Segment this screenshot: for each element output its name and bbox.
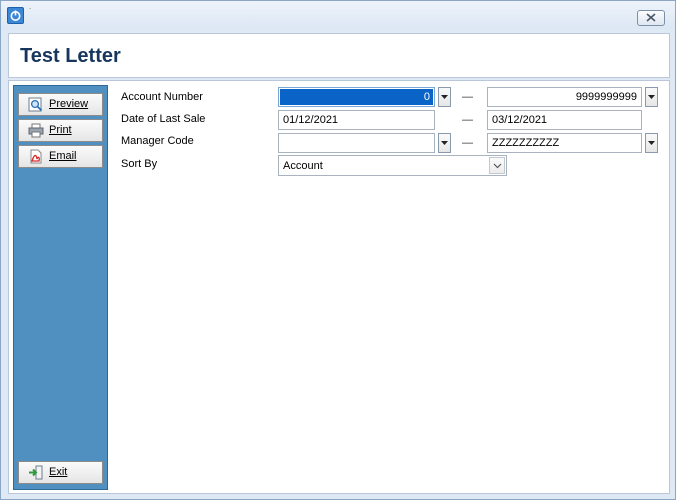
print-label: Print: [49, 124, 72, 136]
chevron-down-icon: [441, 141, 448, 145]
manager-code-from-dropdown[interactable]: [438, 133, 451, 153]
close-button[interactable]: [637, 10, 665, 26]
range-separator: —: [462, 91, 473, 103]
window-title: ˙: [29, 7, 32, 17]
print-button[interactable]: Print: [18, 119, 103, 142]
printer-icon: [28, 123, 44, 138]
preview-label: Preview: [49, 98, 89, 110]
sort-by-select[interactable]: Account: [278, 155, 507, 176]
app-icon[interactable]: [7, 7, 24, 24]
account-number-to-dropdown[interactable]: [645, 87, 658, 107]
chevron-down-icon: [648, 95, 655, 99]
preview-icon: [28, 97, 43, 112]
report-window: ˙ Test Letter Preview Print Email Exit A…: [0, 0, 676, 500]
sort-by-value: Account: [283, 160, 323, 172]
range-separator: —: [462, 137, 473, 149]
manager-code-label: Manager Code: [121, 135, 194, 147]
page-title: Test Letter: [20, 45, 121, 67]
date-of-last-sale-label: Date of Last Sale: [121, 113, 206, 125]
email-button[interactable]: Email: [18, 145, 103, 168]
range-separator: —: [462, 114, 473, 126]
email-label: Email: [49, 150, 77, 162]
date-of-last-sale-from-input[interactable]: 01/12/2021: [278, 110, 435, 130]
sidebar: Preview Print Email Exit: [13, 85, 108, 490]
chevron-down-icon: [648, 141, 655, 145]
account-number-label: Account Number: [121, 91, 203, 103]
close-icon: [646, 13, 656, 22]
manager-code-to-dropdown[interactable]: [645, 133, 658, 153]
chevron-down-icon: [493, 163, 501, 169]
account-number-to-input[interactable]: 9999999999: [487, 87, 642, 107]
account-number-from-dropdown[interactable]: [438, 87, 451, 107]
sort-by-label: Sort By: [121, 158, 158, 170]
preview-button[interactable]: Preview: [18, 93, 103, 116]
exit-icon: [28, 465, 43, 480]
pdf-email-icon: [28, 149, 43, 164]
header-panel: Test Letter: [8, 33, 670, 78]
manager-code-to-input[interactable]: ZZZZZZZZZZ: [487, 133, 642, 153]
date-of-last-sale-to-input[interactable]: 03/12/2021: [487, 110, 642, 130]
account-number-from-input[interactable]: 0: [278, 87, 435, 107]
sort-by-dropdown-button[interactable]: [489, 157, 505, 174]
content-frame: Preview Print Email Exit Account Number …: [8, 80, 670, 494]
exit-button[interactable]: Exit: [18, 461, 103, 484]
chevron-down-icon: [441, 95, 448, 99]
manager-code-from-input[interactable]: [278, 133, 435, 153]
title-bar[interactable]: ˙: [1, 1, 675, 29]
criteria-form: Account Number 0 — 9999999999 Date of La…: [110, 81, 669, 493]
exit-label: Exit: [49, 466, 68, 478]
